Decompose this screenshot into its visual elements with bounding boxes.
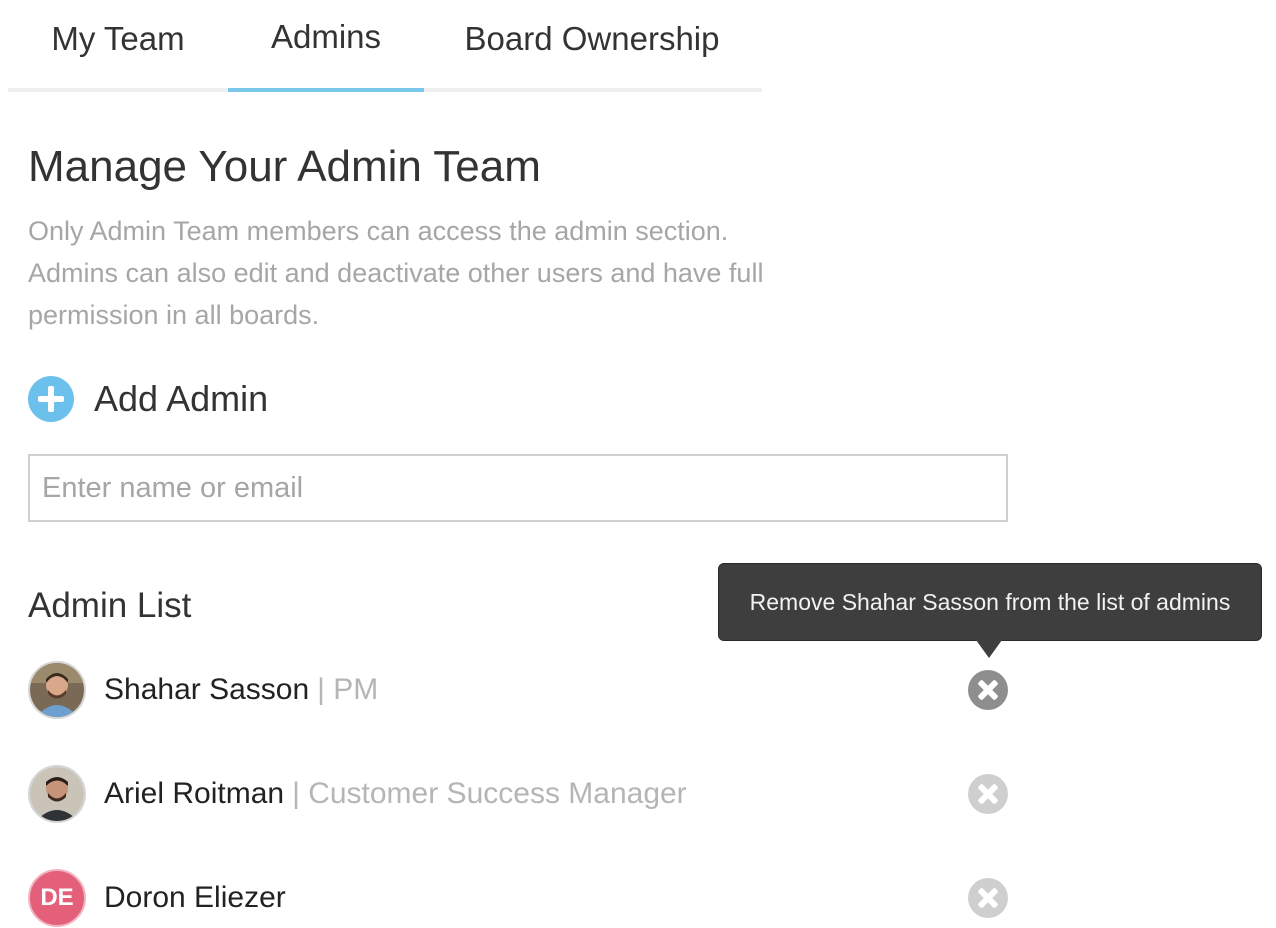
tooltip-arrow [976, 640, 1002, 658]
tab-admins[interactable]: Admins [228, 0, 424, 92]
add-admin-button[interactable]: Add Admin [28, 376, 268, 422]
admin-role: | Customer Success Manager [292, 777, 687, 810]
admin-row: Shahar Sasson | PM [28, 659, 1008, 721]
tab-board-ownership[interactable]: Board Ownership [424, 0, 760, 92]
remove-admin-icon[interactable] [968, 878, 1008, 918]
remove-admin-icon[interactable] [968, 774, 1008, 814]
avatar [28, 765, 86, 823]
admin-name: Shahar Sasson [104, 673, 310, 706]
admin-name: Doron Eliezer [104, 881, 286, 914]
plus-circle-icon[interactable] [28, 376, 74, 422]
admin-search-input[interactable] [28, 454, 1008, 522]
remove-admin-icon[interactable] [968, 670, 1008, 710]
admin-row: DE Doron Eliezer [28, 867, 1008, 928]
tab-my-team[interactable]: My Team [8, 0, 228, 92]
admin-role: | PM [317, 673, 379, 706]
remove-tooltip: Remove Shahar Sasson from the list of ad… [718, 563, 1262, 641]
tab-bar: My Team Admins Board Ownership [8, 0, 762, 92]
avatar [28, 661, 86, 719]
avatar: DE [28, 869, 86, 927]
admin-name: Ariel Roitman [104, 777, 285, 810]
admin-page: My Team Admins Board Ownership Manage Yo… [0, 0, 1276, 928]
admin-list-title: Admin List [28, 586, 192, 625]
admin-row: Ariel Roitman | Customer Success Manager [28, 763, 1008, 825]
page-title: Manage Your Admin Team [28, 142, 541, 191]
page-description: Only Admin Team members can access the a… [28, 216, 764, 330]
add-admin-label: Add Admin [94, 378, 269, 419]
